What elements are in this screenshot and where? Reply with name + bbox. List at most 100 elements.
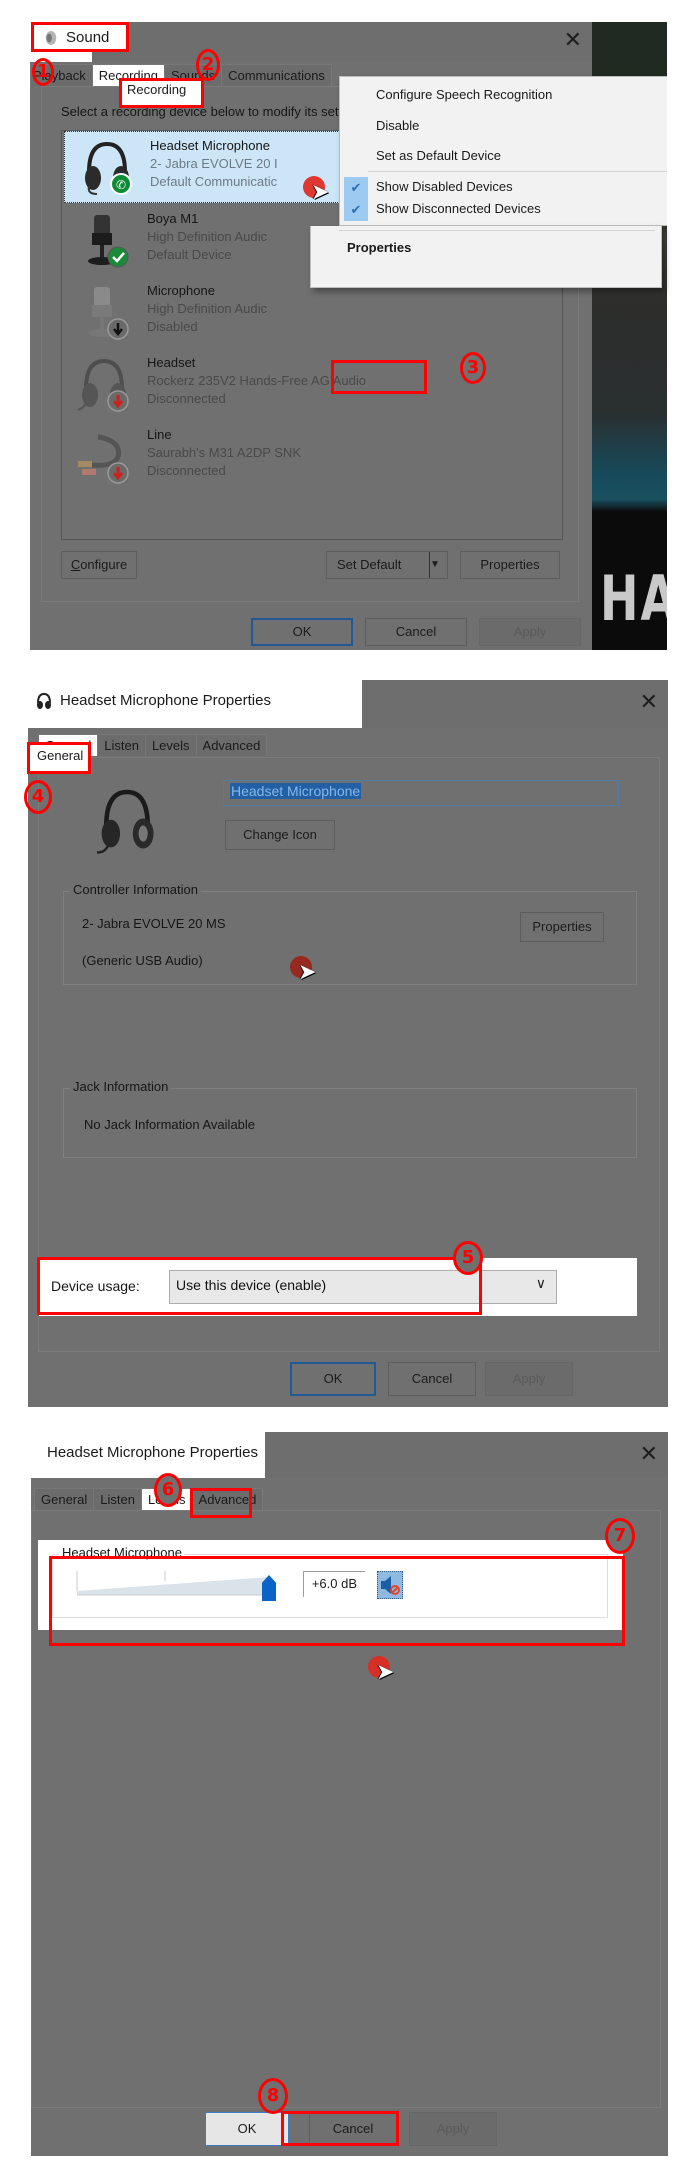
group-label: Controller Information [70,882,201,897]
properties-button[interactable]: Properties [460,551,560,579]
step-badge-3: 3 [460,352,486,384]
dialog-title: Headset Microphone Properties [60,692,271,709]
group-label: Jack Information [70,1079,172,1094]
device-name: Microphone [147,283,215,298]
tab-advanced[interactable]: Advanced [191,1488,264,1510]
tab-levels[interactable]: Levels [144,734,197,756]
instruction-text: Select a recording device below to modif… [61,104,370,119]
tab-listen[interactable]: Listen [97,734,146,756]
device-item-headset[interactable]: Headset Rockerz 235V2 Hands-Free AG Audi… [62,349,562,421]
sound-dialog: Sound ✕ Playback Recording Sounds Commun… [30,22,667,650]
menu-item-properties[interactable]: Properties [347,240,411,255]
cancel-button[interactable]: Cancel [388,1362,476,1396]
sound-title: Sound [66,29,110,46]
tab-strip: General Listen Levels Advanced [34,1488,264,1510]
properties-label: Properties [480,557,540,572]
cursor-arrow-icon: ➤ [298,960,317,985]
headset-icon [97,789,154,854]
cursor-arrow-icon: ➤ [311,180,330,205]
tab-listen[interactable]: Listen [93,1488,142,1510]
menu-item-show-disconnected-devices[interactable]: Show Disconnected Devices [376,201,541,216]
controller-driver: (Generic USB Audio) [82,953,203,968]
ok-button[interactable]: OK [205,2112,289,2146]
chevron-down-icon: ∨ [535,1275,546,1291]
step-badge-5: 5 [453,1241,483,1275]
levels-tab-page: Headset Microphone +6.0 dB [31,1510,661,2108]
close-button[interactable]: ✕ [640,1442,658,1467]
device-usage-value: Use this device (enable) [176,1277,327,1293]
controller-information-group: Controller Information 2- Jabra EVOLVE 2… [63,882,637,985]
line-in-cable-icon [78,434,129,484]
device-name-input[interactable]: Headset Microphone [223,780,619,806]
boost-value-input[interactable]: +6.0 dB [303,1571,365,1597]
apply-button[interactable]: Apply [409,2112,497,2146]
title-bar: Headset Microphone Properties ✕ [28,680,668,728]
menu-separator [339,230,655,231]
group-label: Headset Microphone [59,1545,185,1560]
ok-button[interactable]: OK [251,618,353,646]
microphone-icon [88,287,129,340]
title-area: Headset Microphone Properties [28,680,362,728]
step-badge-4: 4 [24,780,52,814]
tab-general[interactable]: General [34,1488,95,1510]
configure-mnemonic: C [70,557,81,572]
context-menu-lower: Properties [310,226,662,288]
sound-title-highlight: Sound [44,29,109,46]
controller-properties-button[interactable]: Properties [520,912,604,942]
menu-item-configure-speech-recognition[interactable]: Configure Speech Recognition [376,87,552,102]
microphone-icon [88,215,129,268]
jack-information-group: Jack Information No Jack Information Ava… [63,1079,637,1158]
ok-button[interactable]: OK [290,1362,376,1396]
configure-button[interactable]: Configure [61,551,137,579]
device-status: Disabled [147,319,198,334]
mute-button[interactable] [377,1571,403,1599]
dialog-title: Headset Microphone Properties [47,1444,258,1461]
cancel-button[interactable]: Cancel [365,618,467,646]
recording-tab-highlight: Recording [127,82,187,97]
set-default-label: Set Default [337,557,402,572]
title-bar: Sound ✕ [30,22,592,62]
menu-item-show-disabled-devices[interactable]: Show Disabled Devices [376,179,513,194]
title-area: Headset Microphone Properties [31,1432,265,1478]
apply-button[interactable]: Apply [485,1362,573,1396]
device-usage-select[interactable]: Use this device (enable) ∨ [169,1270,557,1304]
speaker-muted-icon [381,1576,400,1595]
tab-advanced[interactable]: Advanced [195,734,268,756]
device-name: Headset Microphone [150,138,270,153]
step-badge-7: 7 [605,1518,635,1554]
controller-name: 2- Jabra EVOLVE 20 MS [82,916,226,931]
jack-info-text: No Jack Information Available [84,1117,256,1132]
headset-icon [37,692,51,709]
step-badge-2: 2 [196,49,220,81]
menu-item-set-as-default-device[interactable]: Set as Default Device [376,148,501,163]
device-driver: High Definition Audic [147,301,267,316]
device-status: Default Communicatic [150,174,278,189]
device-name: Line [147,427,172,442]
tab-communications[interactable]: Communications [221,64,332,86]
device-item-line[interactable]: Line Saurabh's M31 A2DP SNK Disconnected [62,421,562,493]
set-default-dropdown-arrow[interactable]: ▼ [429,552,447,578]
general-tab-highlight: General [37,748,84,763]
close-button[interactable]: ✕ [640,690,658,715]
background-text: HA [600,562,667,635]
sound-dialog-screenshot: HA Sound ✕ Playback Recording Sounds Com… [30,22,667,650]
change-icon-button[interactable]: Change Icon [225,820,335,850]
cancel-button[interactable]: Cancel [309,2112,397,2146]
close-button[interactable]: ✕ [564,28,582,53]
general-tab-page: Headset Microphone Change Icon Controlle… [38,757,660,1352]
device-name-value: Headset Microphone [230,783,362,799]
context-menu: Configure Speech Recognition Disable Set… [339,76,667,226]
checkmark-icon: ✔ [344,199,368,221]
checkmark-badge-icon [107,246,129,268]
step-badge-6: 6 [154,1473,182,1507]
step-badge-1: 1 [32,58,54,86]
device-driver: Rockerz 235V2 Hands-Free AG Audio [147,373,366,388]
level-slider[interactable] [69,1569,309,1605]
device-name: Boya M1 [147,211,199,226]
set-default-button[interactable]: Set Default ▼ [326,551,448,579]
device-driver: High Definition Audic [147,229,267,244]
levels-properties-screenshot: Headset Microphone Properties ✕ General … [31,1432,668,2156]
apply-button[interactable]: Apply [479,618,581,646]
device-driver: 2- Jabra EVOLVE 20 I [150,156,278,171]
menu-item-disable[interactable]: Disable [376,118,419,133]
